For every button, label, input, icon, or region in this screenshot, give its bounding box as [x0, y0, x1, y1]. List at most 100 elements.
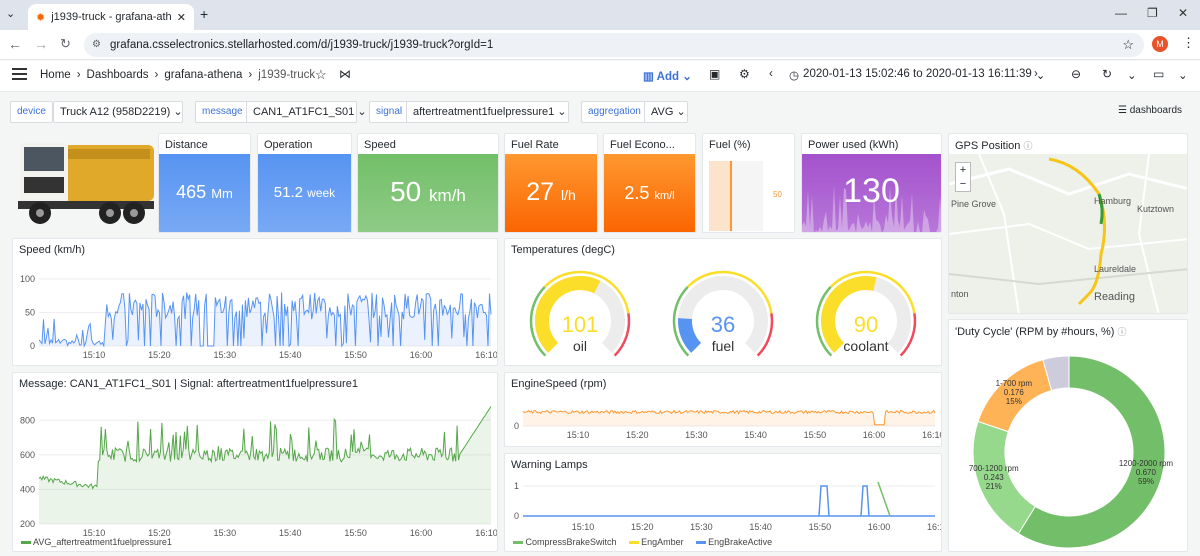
- x-tick-label: 15:40: [744, 430, 767, 440]
- refresh-interval-dropdown[interactable]: ⌄: [1127, 68, 1137, 82]
- breadcrumb-home[interactable]: Home: [40, 69, 71, 81]
- tv-mode-icon[interactable]: ▭: [1153, 67, 1164, 81]
- var-label-signal: signal: [369, 101, 410, 123]
- donut-slice-label: 0.176: [1004, 388, 1025, 397]
- time-back-icon[interactable]: ‹: [769, 68, 773, 80]
- settings-gear-icon[interactable]: ⚙: [739, 67, 750, 81]
- fuel-bar-track: [709, 161, 763, 231]
- time-range-picker[interactable]: ◷ 2020-01-13 15:02:46 to 2020-01-13 16:1…: [789, 68, 1045, 82]
- refresh-icon[interactable]: ↻: [1102, 67, 1112, 81]
- var-label-aggregation: aggregation: [581, 101, 648, 123]
- view-dropdown-icon[interactable]: ⌄: [1178, 68, 1188, 82]
- breadcrumb-folder[interactable]: grafana-athena: [164, 69, 242, 81]
- y-tick-label: 800: [20, 415, 35, 425]
- info-icon[interactable]: ⓘ: [1023, 141, 1032, 151]
- legend-compress-brake[interactable]: CompressBrakeSwitch: [513, 537, 617, 547]
- browser-tab[interactable]: ✹ j1939-truck - grafana-athena ✕: [28, 4, 194, 30]
- x-tick-label: 16:00: [410, 528, 433, 538]
- series-area: [39, 406, 491, 524]
- clock-icon: ◷: [789, 70, 800, 82]
- signal-chart[interactable]: 20040060080015:10 15:20 15:30 15:40 15:50 16:…: [13, 373, 498, 538]
- x-tick-label: 16:10: [927, 522, 942, 532]
- browser-menu-icon[interactable]: ⋮: [1182, 35, 1195, 51]
- gauge-label: oil: [573, 338, 587, 354]
- url-text: grafana.csselectronics.stellarhosted.com…: [110, 39, 494, 51]
- close-window-icon[interactable]: ✕: [1178, 6, 1188, 20]
- engine-speed-panel: EngineSpeed (rpm) 0 15:10 15:20 15:30 15:40 1…: [504, 372, 942, 447]
- speed-chart[interactable]: 0 50 100 15:10 15:20 15:30 15:40 15:50 16:00 16:1…: [13, 239, 498, 366]
- x-tick-label: 16:10: [922, 430, 942, 440]
- donut-slice-label: 15%: [1006, 397, 1022, 406]
- var-select-aggregation[interactable]: AVG ⌄: [644, 101, 688, 123]
- breadcrumb-dashboards[interactable]: Dashboards: [87, 69, 149, 81]
- gps-map[interactable]: Hamburg Kutztown Laureldale Reading Pine…: [949, 154, 1188, 314]
- x-tick-label: 15:30: [214, 350, 237, 360]
- signal-legend[interactable]: AVG_aftertreatment1fuelpressure1: [21, 537, 172, 547]
- y-tick-label: 0: [514, 511, 519, 521]
- x-tick-label: 15:50: [344, 350, 367, 360]
- stat-fuel-rate-value: 27 l/h: [526, 178, 576, 206]
- reload-icon[interactable]: ↻: [60, 36, 71, 52]
- zoom-in-button[interactable]: +: [956, 163, 970, 177]
- variables-bar: device Truck A12 (958D2219) ⌄ message CA…: [0, 92, 1200, 132]
- fuel-bar-fill: [709, 161, 732, 231]
- stat-power: Power used (kWh) 130: [801, 133, 942, 233]
- warning-lamps-chart[interactable]: 0 1 15:10 15:20 15:30 15:40 15:50 16:00 16:10: [505, 454, 942, 536]
- x-tick-label: 15:10: [83, 350, 106, 360]
- speed-chart-panel: Speed (km/h) 0 50 100 15:10 15:20 15:30 15:40 1…: [12, 238, 498, 366]
- x-tick-label: 15:50: [809, 522, 832, 532]
- x-tick-label: 16:10: [475, 350, 498, 360]
- x-tick-label: 15:20: [631, 522, 654, 532]
- var-select-device[interactable]: Truck A12 (958D2219) ⌄: [53, 101, 183, 123]
- dashboards-link[interactable]: ☰ dashboards: [1118, 105, 1182, 116]
- back-icon[interactable]: ←: [8, 36, 22, 52]
- breadcrumb-current: j1939-truck: [258, 69, 316, 81]
- gauge-value: 36: [711, 312, 735, 337]
- legend-eng-brake-active[interactable]: EngBrakeActive: [695, 537, 772, 547]
- zoom-out-icon[interactable]: ⊖: [1071, 67, 1081, 81]
- minimize-icon[interactable]: —: [1115, 6, 1127, 20]
- share-icon[interactable]: ⋈: [339, 67, 351, 81]
- stat-speed: Speed 50 km/h: [357, 133, 499, 233]
- x-tick-label: 15:30: [214, 528, 237, 538]
- y-tick-label: 1: [514, 481, 519, 491]
- restore-icon[interactable]: ❐: [1147, 6, 1158, 20]
- new-tab-icon[interactable]: +: [200, 6, 208, 22]
- stat-fuel-rate: Fuel Rate 27 l/h: [504, 133, 598, 233]
- donut-slice-label: 1200-2000 rpm: [1119, 459, 1174, 468]
- menu-icon[interactable]: [12, 68, 27, 70]
- x-tick-label: 15:50: [804, 430, 827, 440]
- y-tick-label: 400: [20, 484, 35, 494]
- forward-icon[interactable]: →: [34, 36, 48, 52]
- var-label-device: device: [10, 101, 53, 123]
- donut-slice: [972, 420, 1036, 535]
- y-tick-label: 0: [514, 421, 519, 431]
- duty-cycle-panel: 'Duty Cycle' (RPM by #hours, %) ⓘ 1200-2…: [948, 319, 1188, 552]
- site-info-icon[interactable]: ⚙: [92, 33, 101, 57]
- legend-swatch: [21, 541, 31, 545]
- add-button[interactable]: ▥ Add ⌄: [643, 69, 692, 83]
- x-tick-label: 15:20: [148, 350, 171, 360]
- save-icon[interactable]: ▣: [709, 67, 720, 81]
- engine-speed-chart[interactable]: 0 15:10 15:20 15:30 15:40 15:50 16:00 16:10: [505, 373, 942, 447]
- stat-fuel-economy: Fuel Econo... 2.5 km/l: [603, 133, 696, 233]
- duty-cycle-donut[interactable]: 1200-2000 rpm0.67059% 700-1200 rpm0.24321…: [949, 320, 1188, 552]
- zoom-out-button[interactable]: −: [956, 177, 970, 191]
- series-eng-brake-active-pulses: [818, 485, 870, 517]
- profile-avatar[interactable]: M: [1152, 36, 1168, 52]
- gauge-value: 90: [854, 312, 878, 337]
- time-forward-icon[interactable]: ›: [1034, 68, 1038, 80]
- tab-list-icon[interactable]: ⌄: [6, 7, 15, 20]
- close-tab-icon[interactable]: ✕: [177, 11, 186, 24]
- bookmark-star-icon[interactable]: ☆: [1122, 33, 1134, 57]
- url-field[interactable]: ⚙ grafana.csselectronics.stellarhosted.c…: [84, 33, 1144, 57]
- legend-eng-amber[interactable]: EngAmber: [628, 537, 684, 547]
- var-select-message[interactable]: CAN1_AT1FC1_S01 ⌄: [246, 101, 367, 123]
- x-tick-label: 15:50: [344, 528, 367, 538]
- stat-operation-title: Operation: [264, 139, 313, 151]
- temperatures-panel: Temperatures (degC) 101 oil 36 fuel 90 coolan…: [504, 238, 942, 366]
- favorite-star-icon[interactable]: ☆: [315, 67, 327, 83]
- var-select-signal[interactable]: aftertreatment1fuelpressure1 ⌄: [406, 101, 569, 123]
- truck-image: [12, 133, 156, 233]
- y-tick-label: 50: [25, 308, 35, 318]
